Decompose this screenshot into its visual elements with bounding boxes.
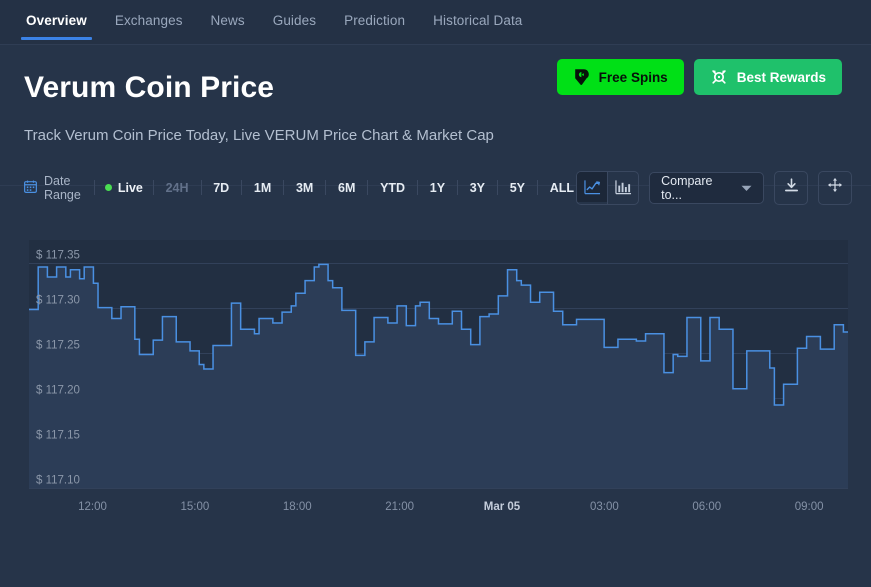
tab-prediction-label: Prediction bbox=[344, 13, 405, 28]
live-status-dot bbox=[105, 184, 112, 191]
date-range-button[interactable]: Date Range bbox=[24, 174, 84, 202]
tab-news[interactable]: News bbox=[197, 0, 259, 40]
chart-y-tick-label: $ 117.20 bbox=[36, 384, 80, 396]
chevron-down-icon bbox=[741, 181, 752, 195]
tab-guides-label: Guides bbox=[273, 13, 316, 28]
tab-news-label: News bbox=[211, 13, 245, 28]
page-root: Overview Exchanges News Guides Predictio… bbox=[0, 0, 871, 587]
live-label: Live bbox=[118, 181, 143, 195]
tab-exchanges[interactable]: Exchanges bbox=[101, 0, 197, 40]
chart-controls: Date Range Live 24H 7D 1M 3M 6M YTD 1Y 3… bbox=[0, 158, 871, 218]
chart-x-tick-label: 09:00 bbox=[795, 501, 824, 513]
divider bbox=[94, 180, 95, 195]
calendar-icon bbox=[24, 180, 37, 196]
range-3m[interactable]: 3M bbox=[294, 181, 315, 195]
divider bbox=[201, 180, 202, 195]
hero-section: Verum Coin Price Track Verum Coin Price … bbox=[0, 45, 871, 144]
chart-y-tick-label: $ 117.10 bbox=[36, 474, 80, 486]
tab-exchanges-label: Exchanges bbox=[115, 13, 183, 28]
divider bbox=[497, 180, 498, 195]
divider bbox=[367, 180, 368, 195]
divider bbox=[241, 180, 242, 195]
price-chart[interactable]: $ 117.35 $ 117.30 $ 117.25 $ 117.20 $ 117.15… bbox=[0, 218, 871, 520]
date-range-label: Date Range bbox=[44, 174, 84, 202]
chart-toolbar: Compare to... bbox=[576, 171, 852, 205]
chart-type-group bbox=[576, 171, 639, 205]
chart-y-tick-label: $ 117.35 bbox=[36, 249, 80, 261]
divider bbox=[457, 180, 458, 195]
range-24h[interactable]: 24H bbox=[164, 181, 191, 195]
chart-x-tick-label: 12:00 bbox=[78, 501, 107, 513]
page-subtitle: Track Verum Coin Price Today, Live VERUM… bbox=[24, 127, 847, 144]
tab-historical-data[interactable]: Historical Data bbox=[419, 0, 536, 40]
cta-group: Free Spins Best Rewards bbox=[557, 59, 842, 95]
fullscreen-move-button[interactable] bbox=[818, 171, 852, 205]
chart-x-tick-label: 18:00 bbox=[283, 501, 312, 513]
chart-x-tick-label: 03:00 bbox=[590, 501, 619, 513]
download-button[interactable] bbox=[774, 171, 808, 205]
range-ytd[interactable]: YTD bbox=[378, 181, 407, 195]
compare-dropdown[interactable]: Compare to... bbox=[649, 172, 764, 204]
tab-guides[interactable]: Guides bbox=[259, 0, 330, 40]
bar-chart-icon[interactable] bbox=[608, 172, 638, 202]
chart-y-tick-label: $ 117.15 bbox=[36, 429, 80, 441]
line-chart-icon[interactable] bbox=[577, 172, 607, 202]
free-spins-label: Free Spins bbox=[599, 70, 668, 85]
range-1m[interactable]: 1M bbox=[252, 181, 273, 195]
range-3y[interactable]: 3Y bbox=[468, 181, 487, 195]
range-7d[interactable]: 7D bbox=[211, 181, 231, 195]
chart-x-tick-label: 15:00 bbox=[180, 501, 209, 513]
range-5y[interactable]: 5Y bbox=[508, 181, 527, 195]
best-rewards-button[interactable]: Best Rewards bbox=[694, 59, 842, 95]
range-1y[interactable]: 1Y bbox=[428, 181, 447, 195]
best-rewards-label: Best Rewards bbox=[737, 70, 826, 85]
tab-overview[interactable]: Overview bbox=[12, 0, 101, 40]
chart-x-tick-label: 06:00 bbox=[692, 501, 721, 513]
chart-y-tick-label: $ 117.25 bbox=[36, 339, 80, 351]
tab-prediction[interactable]: Prediction bbox=[330, 0, 419, 40]
divider bbox=[283, 180, 284, 195]
divider bbox=[417, 180, 418, 195]
range-6m[interactable]: 6M bbox=[336, 181, 357, 195]
chart-x-tick-label: 21:00 bbox=[385, 501, 414, 513]
chart-y-tick-label: $ 117.30 bbox=[36, 294, 80, 306]
b-logo-icon bbox=[573, 68, 590, 86]
tab-overview-label: Overview bbox=[26, 13, 87, 28]
divider bbox=[153, 180, 154, 195]
range-all[interactable]: ALL bbox=[548, 181, 576, 195]
main-nav: Overview Exchanges News Guides Predictio… bbox=[0, 0, 871, 45]
range-selector: Date Range Live 24H 7D 1M 3M 6M YTD 1Y 3… bbox=[24, 174, 576, 202]
chart-x-tick-label: Mar 05 bbox=[484, 501, 521, 513]
tab-historical-data-label: Historical Data bbox=[433, 13, 522, 28]
divider bbox=[325, 180, 326, 195]
move-arrows-icon bbox=[827, 177, 843, 198]
compare-label: Compare to... bbox=[661, 174, 731, 202]
live-toggle[interactable]: Live bbox=[105, 181, 143, 195]
download-icon bbox=[784, 178, 799, 198]
price-chart-svg[interactable]: $ 117.35 $ 117.30 $ 117.25 $ 117.20 $ 117.15… bbox=[0, 218, 871, 520]
crossed-arrows-icon bbox=[710, 68, 728, 86]
free-spins-button[interactable]: Free Spins bbox=[557, 59, 684, 95]
divider bbox=[537, 180, 538, 195]
